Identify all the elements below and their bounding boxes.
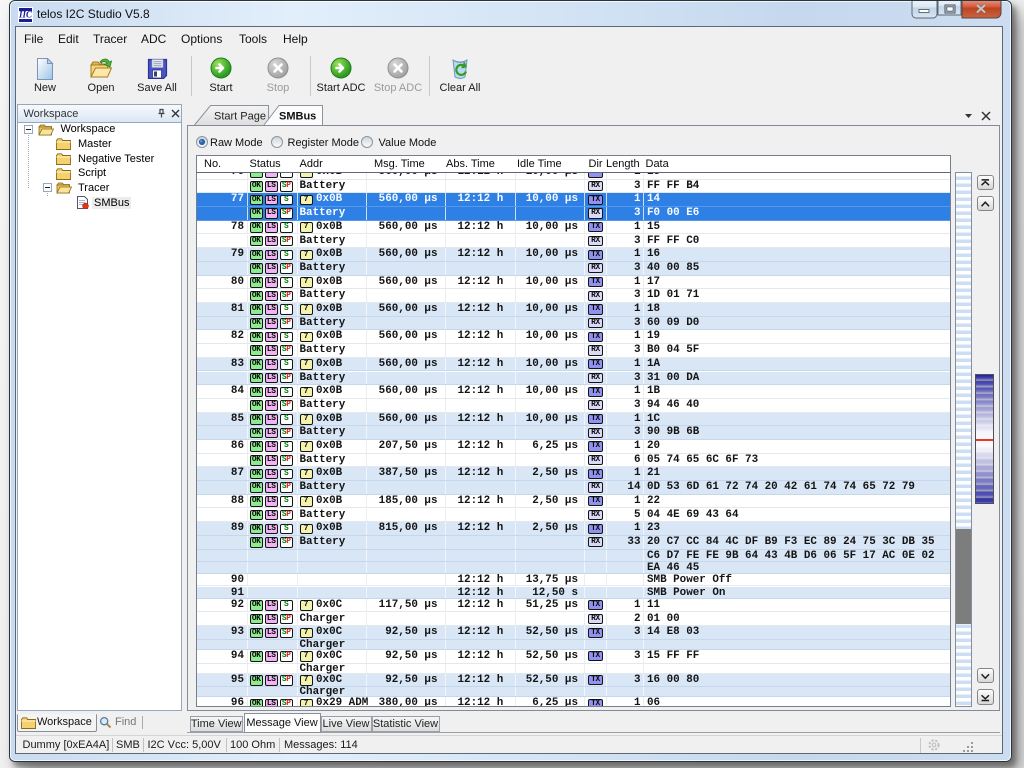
svg-text:SMBus: SMBus bbox=[279, 111, 316, 123]
svg-text:Start Page: Start Page bbox=[214, 111, 266, 123]
svg-text:IIC: IIC bbox=[18, 9, 33, 19]
